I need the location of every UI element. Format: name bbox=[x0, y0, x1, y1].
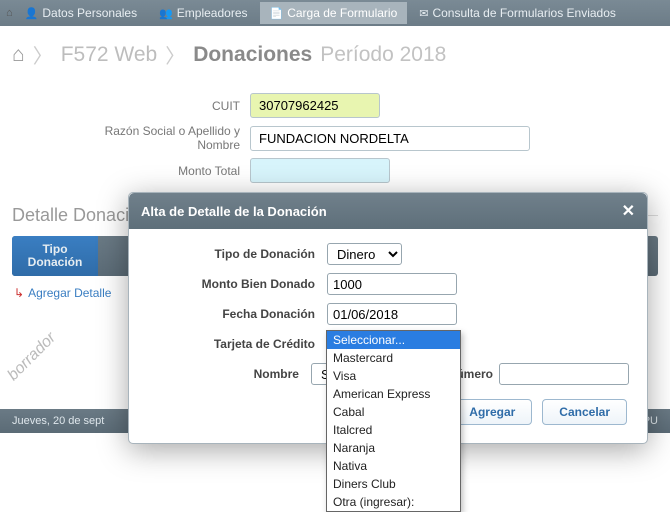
razon-label: Razón Social o Apellido y Nombre bbox=[60, 124, 250, 152]
nombre-dropdown-list[interactable]: Seleccionar...MastercardVisaAmerican Exp… bbox=[326, 330, 461, 512]
arrow-right-icon: ↳ bbox=[14, 286, 24, 300]
home-icon[interactable]: ⌂ bbox=[12, 43, 25, 67]
breadcrumb-page: Donaciones bbox=[193, 43, 312, 67]
nombre-option[interactable]: Visa bbox=[327, 367, 460, 385]
nombre-option[interactable]: Diners Club bbox=[327, 475, 460, 493]
cuit-field[interactable] bbox=[250, 93, 380, 118]
nav-tab-label: Empleadores bbox=[177, 6, 248, 20]
cancelar-button[interactable]: Cancelar bbox=[542, 399, 627, 425]
nombre-option[interactable]: American Express bbox=[327, 385, 460, 403]
cuit-label: CUIT bbox=[60, 99, 250, 113]
breadcrumb-app[interactable]: F572 Web bbox=[61, 43, 158, 67]
nav-tab-empleadores[interactable]: 👥 Empleadores bbox=[149, 2, 257, 24]
tabbar-tipo-donacion[interactable]: Tipo Donación bbox=[12, 236, 98, 276]
numero-input[interactable] bbox=[499, 363, 629, 385]
nombre-option[interactable]: Mastercard bbox=[327, 349, 460, 367]
nombre-option[interactable]: Italcred bbox=[327, 421, 460, 439]
breadcrumb-sep: 〉 bbox=[33, 40, 53, 69]
mtotal-field[interactable] bbox=[250, 158, 390, 183]
document-icon: 📄 bbox=[270, 7, 284, 20]
razon-field[interactable] bbox=[250, 126, 530, 151]
tarjeta-credito-label: Tarjeta de Crédito bbox=[147, 337, 327, 351]
close-icon[interactable]: ✕ bbox=[622, 201, 635, 221]
draft-watermark: borrador bbox=[4, 329, 59, 384]
modal-titlebar: Alta de Detalle de la Donación ✕ bbox=[129, 193, 647, 229]
nav-tab-carga-formulario[interactable]: 📄 Carga de Formulario bbox=[260, 2, 408, 24]
user-icon: 👤 bbox=[25, 7, 39, 20]
tipo-donacion-select[interactable]: Dinero bbox=[327, 243, 402, 265]
nav-tab-label: Datos Personales bbox=[42, 6, 137, 20]
nombre-label: Nombre bbox=[147, 367, 311, 381]
fecha-donacion-label: Fecha Donación bbox=[147, 307, 327, 321]
mail-icon: ✉ bbox=[419, 7, 428, 20]
nav-tab-label: Consulta de Formularios Enviados bbox=[432, 6, 615, 20]
fecha-donacion-input[interactable] bbox=[327, 303, 457, 325]
monto-bien-input[interactable] bbox=[327, 273, 457, 295]
people-icon: 👥 bbox=[159, 7, 173, 20]
modal-title-text: Alta de Detalle de la Donación bbox=[141, 204, 327, 219]
nav-tab-label: Carga de Formulario bbox=[287, 6, 397, 20]
nav-tab-datos-personales[interactable]: 👤 Datos Personales bbox=[15, 2, 147, 24]
mtotal-label: Monto Total bbox=[60, 164, 250, 178]
tipo-donacion-label: Tipo de Donación bbox=[147, 247, 327, 261]
agregar-button[interactable]: Agregar bbox=[452, 399, 532, 425]
tabbar-tipo-label: Tipo Donación bbox=[16, 243, 94, 269]
breadcrumb-sep: 〉 bbox=[165, 40, 185, 69]
nav-tab-consulta[interactable]: ✉ Consulta de Formularios Enviados bbox=[409, 2, 626, 24]
nombre-option[interactable]: Nativa bbox=[327, 457, 460, 475]
add-detail-label: Agregar Detalle bbox=[28, 286, 111, 300]
nombre-option[interactable]: Seleccionar... bbox=[327, 331, 460, 349]
home-icon: ⌂ bbox=[6, 7, 13, 19]
nombre-option[interactable]: Naranja bbox=[327, 439, 460, 457]
top-nav: ⌂ 👤 Datos Personales 👥 Empleadores 📄 Car… bbox=[0, 0, 670, 26]
footer-date: Jueves, 20 de sept bbox=[12, 415, 104, 427]
nombre-option[interactable]: Cabal bbox=[327, 403, 460, 421]
breadcrumb: ⌂ 〉 F572 Web 〉 Donaciones Período 2018 bbox=[0, 26, 670, 87]
section-title: Detalle Donaci bbox=[12, 205, 129, 226]
breadcrumb-period: Período 2018 bbox=[320, 43, 446, 67]
monto-bien-label: Monto Bien Donado bbox=[147, 277, 327, 291]
nombre-option[interactable]: Otra (ingresar): bbox=[327, 493, 460, 511]
donation-form: CUIT Razón Social o Apellido y Nombre Mo… bbox=[0, 87, 670, 199]
